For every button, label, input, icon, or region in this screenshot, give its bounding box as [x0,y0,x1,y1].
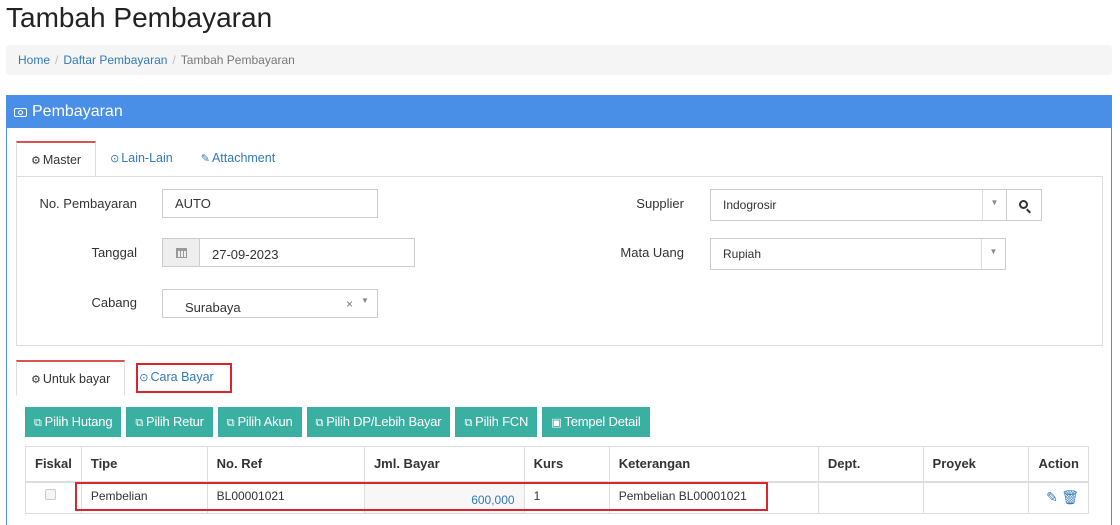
cogs-icon: ⚙ [31,374,41,386]
copy-icon: ⧉ [34,417,42,429]
proyek-cell[interactable] [922,481,1030,514]
no-pembayaran-label: No. Pembayaran [39,196,137,211]
master-tabs: ⚙ Master ⊙ Lain-Lain ✎ Attachment [16,141,289,177]
clear-icon[interactable]: × [346,297,353,311]
master-tab-body: No. Pembayaran AUTO Tanggal 27-09-2023 C… [16,176,1103,346]
col-fiskal: Fiskal [25,446,82,483]
pilih-dp-button[interactable]: ⧉ Pilih DP/Lebih Bayar [306,407,451,437]
mata-uang-label: Mata Uang [620,245,684,260]
pilih-akun-button[interactable]: ⧉ Pilih Akun [217,407,302,437]
supplier-value: Indogrosir [723,198,777,212]
tab-attachment[interactable]: ✎ Attachment [187,141,289,177]
calendar-addon[interactable] [162,238,200,267]
fiskal-cell [25,481,82,514]
action-cell: ✎ 🗑 [1028,481,1089,514]
col-dept: Dept. [817,446,924,483]
no-ref-cell[interactable]: BL00001021 [206,481,365,514]
check-circle-icon: ⊙ [110,153,120,165]
col-action: Action [1028,446,1089,483]
breadcrumb-list[interactable]: Daftar Pembayaran [63,53,167,67]
tab-label: Master [42,153,82,167]
tab-untuk-bayar[interactable]: ⚙ Untuk bayar [16,360,126,396]
calendar-icon [175,247,187,258]
page-title: Tambah Pembayaran [6,2,273,33]
breadcrumb-separator: / [172,53,176,67]
mata-uang-select[interactable]: Rupiah ▼ [710,238,1006,270]
tab-label: Cara Bayar [150,370,214,384]
col-proyek: Proyek [922,446,1030,483]
tab-label: Untuk bayar [42,372,111,386]
cabang-value: Surabaya [185,300,241,315]
copy-icon: ⧉ [464,417,473,429]
tempel-detail-button[interactable]: ▣ Tempel Detail [542,407,650,437]
panel-heading: Pembayaran [7,96,1111,128]
supplier-search-button[interactable] [1006,189,1042,221]
cabang-label: Cabang [91,295,137,310]
no-pembayaran-input[interactable]: AUTO [162,189,378,218]
pilih-fcn-button[interactable]: ⧉ Pilih FCN [455,407,538,437]
copy-icon: ⧉ [226,417,235,429]
search-icon [1018,199,1028,209]
tanggal-input[interactable]: 27-09-2023 [199,238,415,267]
fiskal-checkbox[interactable] [45,488,56,500]
cabang-select[interactable]: Surabaya × ▼ [162,289,378,318]
chevron-down-icon[interactable]: ▼ [353,290,377,317]
money-icon [14,107,27,117]
copy-icon: ⧉ [315,417,324,429]
chevron-down-icon[interactable]: ▼ [982,190,1006,220]
trash-icon[interactable]: 🗑 [1061,489,1079,505]
pilih-retur-button[interactable]: ⧉ Pilih Retur [126,407,213,437]
supplier-label: Supplier [636,196,684,211]
edit-icon[interactable]: ✎ [1046,489,1058,505]
kurs-cell[interactable]: 1 [523,481,610,514]
tipe-cell[interactable]: Pembelian [80,481,208,514]
jml-bayar-cell[interactable]: 600,000 [363,481,525,514]
detail-tabs: ⚙ Untuk bayar ⊙ Cara Bayar [16,360,228,396]
pilih-hutang-button[interactable]: ⧉ Pilih Hutang [25,407,122,437]
paste-icon: ▣ [551,417,562,429]
tab-cara-bayar[interactable]: ⊙ Cara Bayar [125,360,227,396]
tab-master[interactable]: ⚙ Master [16,141,97,177]
tanggal-label: Tanggal [91,245,137,260]
breadcrumb: Home / Daftar Pembayaran / Tambah Pembayaran [6,45,1112,75]
col-no-ref: No. Ref [206,446,365,483]
cogs-icon: ⚙ [31,155,41,167]
keterangan-cell[interactable]: Pembelian BL00001021 [608,481,819,514]
col-jml-bayar: Jml. Bayar [363,446,525,483]
col-keterangan: Keterangan [608,446,819,483]
detail-table: Fiskal Tipe No. Ref Jml. Bayar Kurs Kete… [25,446,1089,514]
detail-button-bar: ⧉ Pilih Hutang ⧉ Pilih Retur ⧉ Pilih Akun ⧉… [25,407,650,437]
breadcrumb-home[interactable]: Home [18,53,50,67]
tab-label: Attachment [211,151,276,165]
col-tipe: Tipe [80,446,208,483]
dept-cell[interactable] [817,481,924,514]
supplier-select[interactable]: Indogrosir ▼ [710,189,1007,221]
paperclip-icon: ✎ [200,153,210,165]
breadcrumb-current: Tambah Pembayaran [180,53,295,67]
tab-lain-lain[interactable]: ⊙ Lain-Lain [96,141,187,177]
table-header-row: Fiskal Tipe No. Ref Jml. Bayar Kurs Kete… [25,446,1089,483]
chevron-down-icon[interactable]: ▼ [981,239,1005,269]
check-circle-icon: ⊙ [139,372,149,384]
tab-label: Lain-Lain [121,151,173,165]
copy-icon: ⧉ [135,417,144,429]
table-row: Pembelian BL00001021 600,000 1 Pembelian… [25,481,1089,514]
col-kurs: Kurs [523,446,610,483]
mata-uang-value: Rupiah [723,247,762,261]
panel-title: Pembayaran [32,103,123,120]
breadcrumb-separator: / [55,53,59,67]
